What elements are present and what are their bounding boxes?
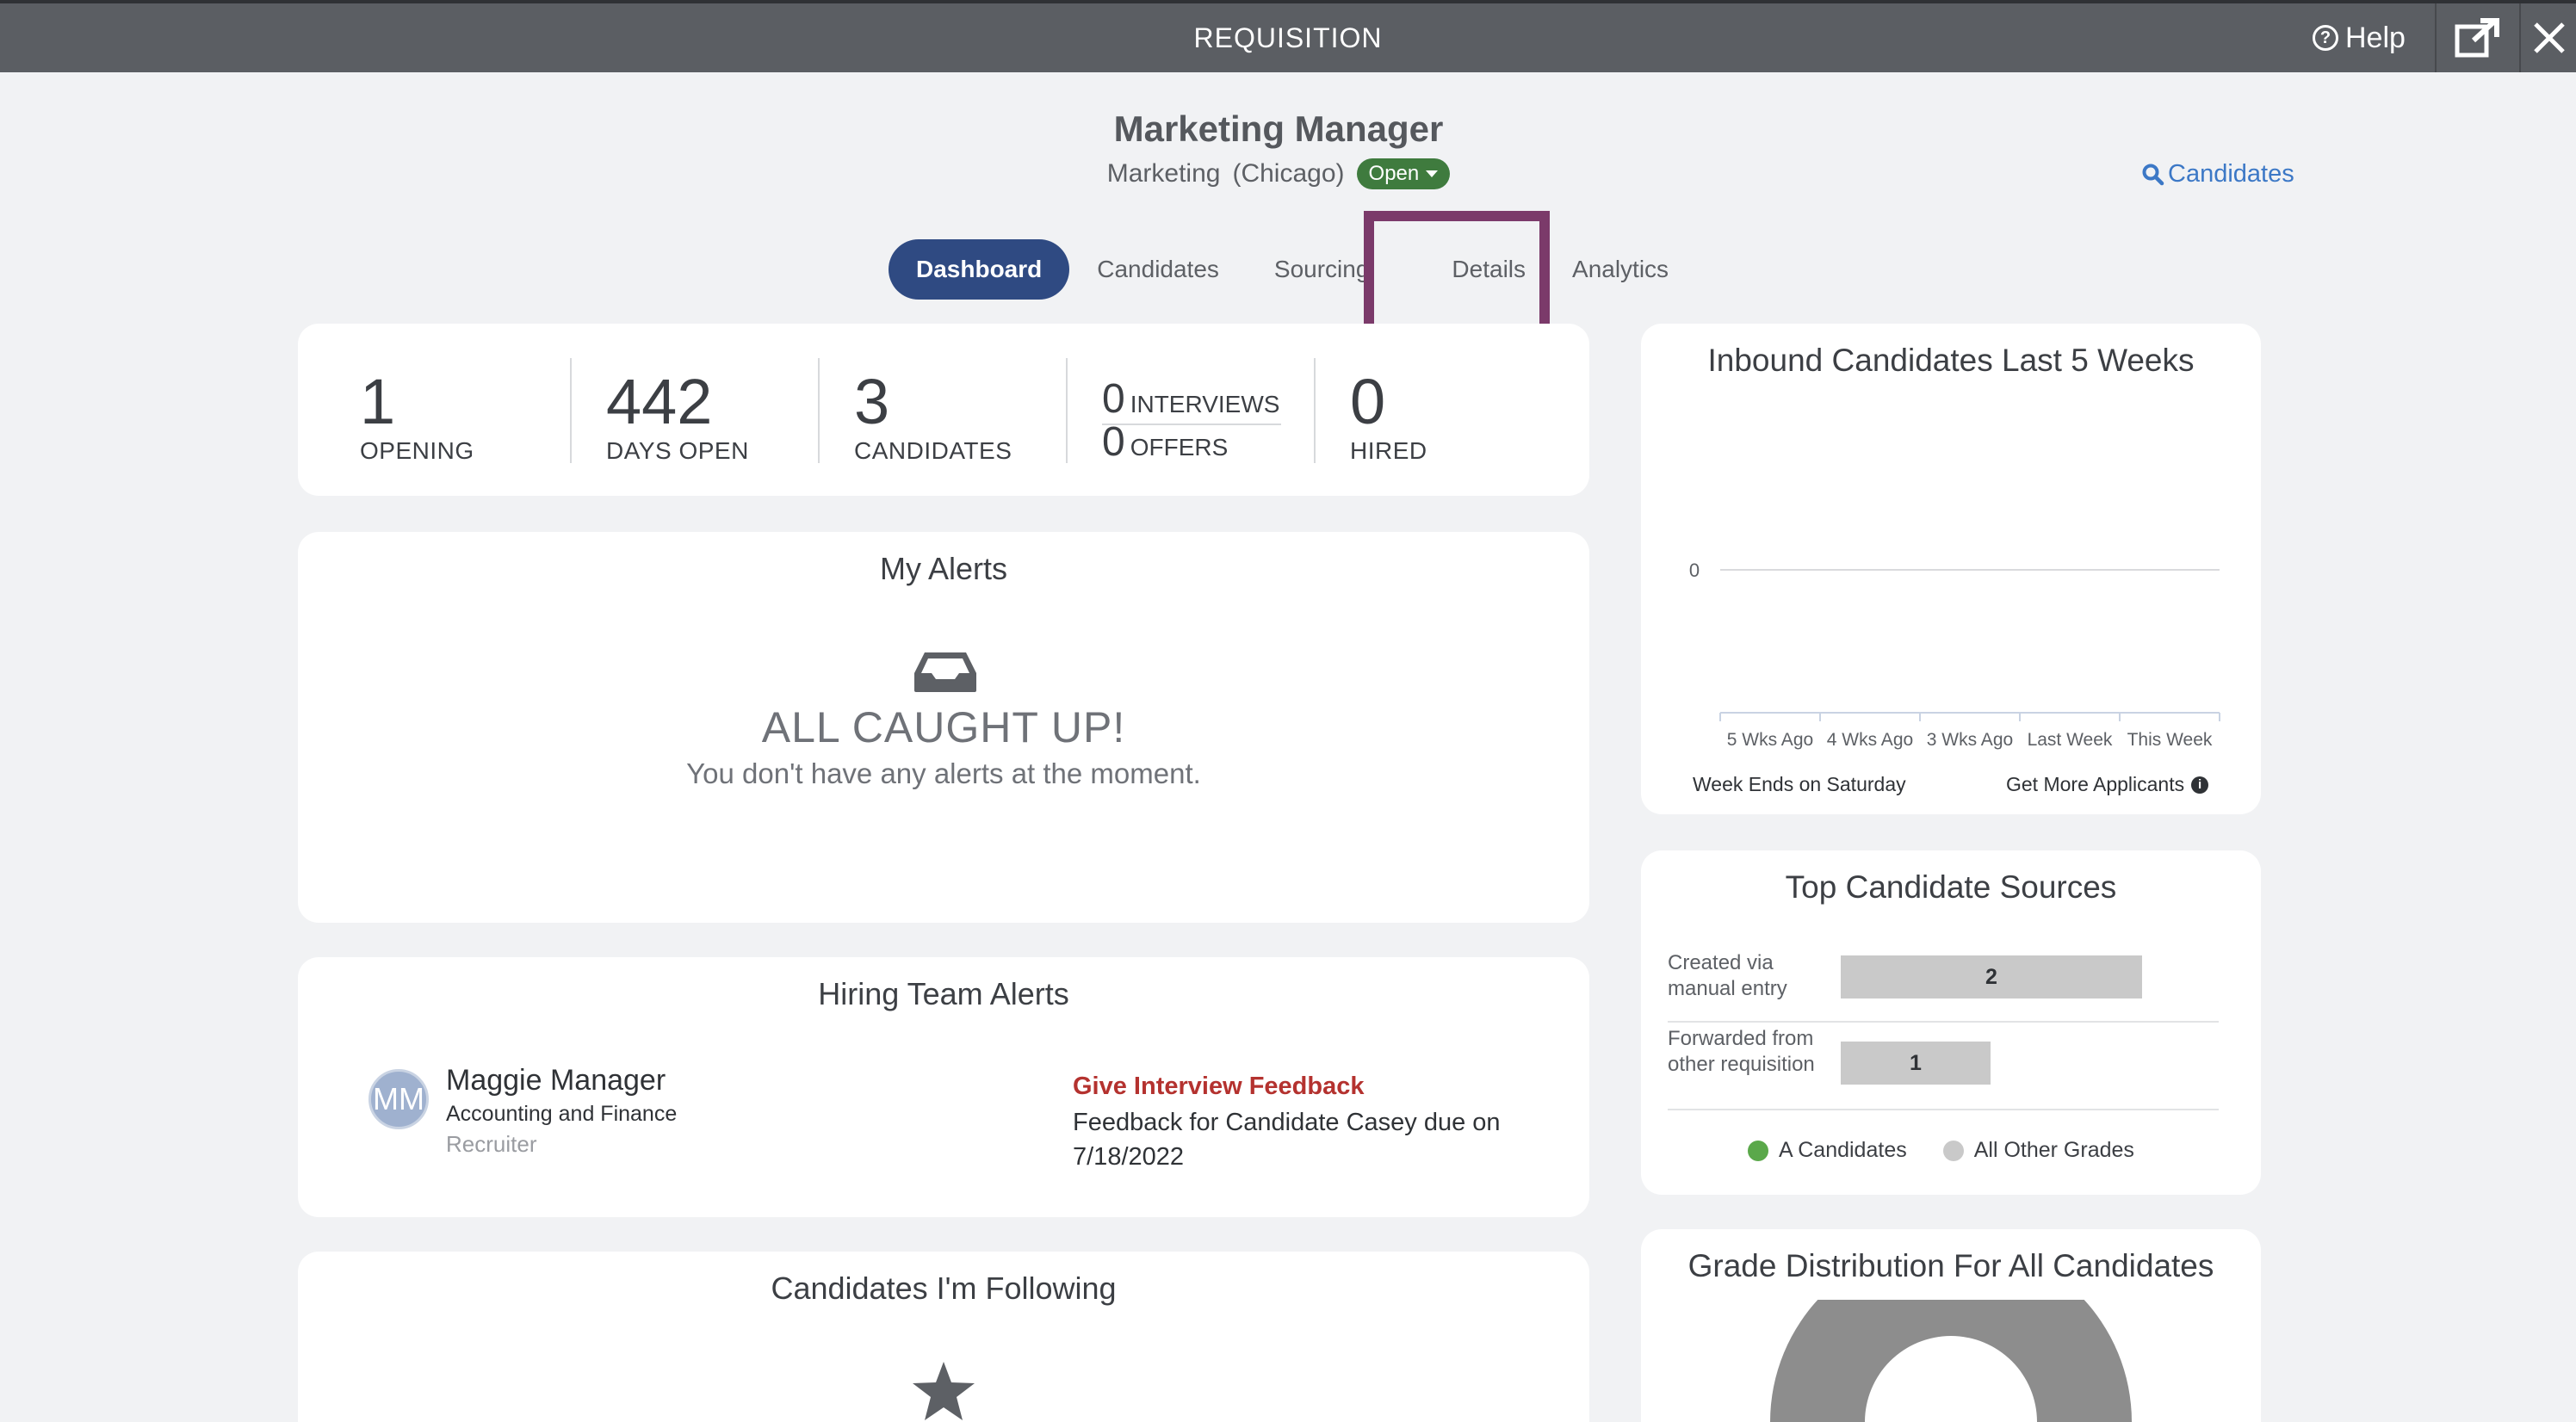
page-title: Marketing Manager <box>1113 108 1444 149</box>
candidates-label: CANDIDATES <box>854 437 1012 464</box>
close-button[interactable] <box>2523 3 2576 72</box>
requisition-tabs: Dashboard Candidates Sourcing Details An… <box>889 239 1696 300</box>
status-label: Open <box>1368 162 1420 185</box>
source-label: Forwarded from other requisition <box>1668 1027 1815 1076</box>
no-alerts-text: You don't have any alerts at the moment. <box>686 757 1201 789</box>
stat-divider <box>1314 358 1316 463</box>
interviews-stat[interactable]: 0 INTERVIEWS <box>1102 379 1281 425</box>
stat-divider <box>1066 358 1068 463</box>
tab-candidates[interactable]: Candidates <box>1069 239 1247 300</box>
legend-item-a-candidates[interactable]: A Candidates <box>1748 1138 1907 1163</box>
openings-value: 1 <box>360 366 396 437</box>
close-icon <box>2534 22 2565 53</box>
source-divider <box>1668 1021 2219 1023</box>
requisition-subtitle: Marketing (Chicago) Open <box>947 158 1610 189</box>
source-bar[interactable]: 2 <box>1841 955 2142 998</box>
open-external-button[interactable] <box>2437 3 2517 72</box>
stat-divider <box>570 358 572 463</box>
x-tick-label: This Week <box>2127 730 2213 750</box>
status-dropdown[interactable]: Open <box>1356 158 1451 189</box>
week-ends-label: Week Ends on Saturday <box>1693 773 1906 795</box>
legend-item-other-grades[interactable]: All Other Grades <box>1942 1138 2134 1163</box>
star-icon <box>913 1362 975 1420</box>
green-dot-icon <box>1748 1140 1768 1161</box>
source-label: Created via manual entry <box>1668 951 1787 1000</box>
department-label: Marketing <box>1106 159 1221 188</box>
hired-stat[interactable]: 0 HIRED <box>1350 370 1427 465</box>
grade-distribution-title: Grade Distribution For All Candidates <box>1687 1248 2214 1283</box>
days-open-value: 442 <box>606 366 713 437</box>
source-divider <box>1668 1109 2219 1110</box>
avatar: MM <box>368 1069 429 1129</box>
grade-slice-label: ? (3) <box>1929 1363 1973 1386</box>
source-bar[interactable]: 1 <box>1841 1042 1991 1085</box>
info-icon: i <box>2191 776 2209 794</box>
all-caught-up-heading: ALL CAUGHT UP! <box>761 703 1126 751</box>
location-label: (Chicago) <box>1232 159 1345 188</box>
help-button[interactable]: ? Help <box>2313 19 2406 57</box>
give-interview-feedback-link[interactable]: Give Interview Feedback <box>1073 1073 1364 1101</box>
team-member-role: Recruiter <box>446 1131 537 1157</box>
team-member-name: Maggie Manager <box>446 1064 666 1097</box>
feedback-due-text: Feedback for Candidate Casey due on 7/18… <box>1073 1109 1501 1171</box>
search-icon <box>2142 164 2164 185</box>
x-tick-label: 5 Wks Ago <box>1727 730 1813 750</box>
grade-donut-chart: ? (3) <box>1770 1300 2132 1422</box>
x-tick-label: 4 Wks Ago <box>1827 730 1913 750</box>
help-label: Help <box>2345 22 2406 54</box>
search-candidates-label: Candidates <box>2168 160 2294 188</box>
legend-label: All Other Grades <box>1973 1138 2134 1162</box>
caret-down-icon <box>1426 170 1439 177</box>
external-link-icon <box>2455 18 2499 58</box>
window-titlebar: REQUISITION ? Help <box>0 0 2576 72</box>
days-open-stat: 442 DAYS OPEN <box>606 370 749 465</box>
inbound-chart: 0 5 Wks Ago 4 Wks Ago 3 Wks Ago Last Week Thi… <box>1689 560 2220 750</box>
toolbar-divider <box>2519 3 2521 72</box>
x-tick-label: 3 Wks Ago <box>1927 730 2013 750</box>
candidates-value: 3 <box>854 366 890 437</box>
hiring-team-alerts-title: Hiring Team Alerts <box>818 976 1069 1011</box>
openings-label: OPENING <box>360 437 474 464</box>
search-candidates-link[interactable]: Candidates <box>2142 160 2294 189</box>
hired-value: 0 <box>1350 366 1386 437</box>
window-title: REQUISITION <box>1193 22 1383 53</box>
team-member-department: Accounting and Finance <box>446 1102 678 1126</box>
offers-stat[interactable]: 0 OFFERS <box>1102 422 1228 463</box>
interviews-value: 0 <box>1102 376 1125 422</box>
following-title: Candidates I'm Following <box>771 1271 1117 1306</box>
legend-label: A Candidates <box>1779 1138 1907 1162</box>
get-more-applicants-label: Get More Applicants <box>2006 773 2185 795</box>
inbox-icon <box>914 652 976 692</box>
openings-stat: 1 OPENING <box>360 370 474 465</box>
gray-dot-icon <box>1942 1140 1964 1161</box>
get-more-applicants-link[interactable]: Get More Applicants i <box>2006 773 2209 796</box>
candidates-stat[interactable]: 3 CANDIDATES <box>854 370 1012 465</box>
my-alerts-title: My Alerts <box>879 551 1008 586</box>
sources-legend: A Candidates All Other Grades <box>1748 1138 2134 1163</box>
stat-divider <box>818 358 820 463</box>
tab-analytics[interactable]: Analytics <box>1553 239 1696 300</box>
y-tick-label: 0 <box>1689 560 1700 581</box>
x-tick-label: Last Week <box>2028 730 2113 750</box>
interviews-label: INTERVIEWS <box>1130 391 1280 417</box>
days-open-label: DAYS OPEN <box>606 437 749 464</box>
help-icon: ? <box>2313 25 2338 51</box>
offers-value: 0 <box>1102 419 1125 465</box>
offers-label: OFFERS <box>1130 434 1229 461</box>
top-sources-title: Top Candidate Sources <box>1785 869 2117 905</box>
hired-label: HIRED <box>1350 437 1427 464</box>
tab-dashboard[interactable]: Dashboard <box>889 239 1070 300</box>
